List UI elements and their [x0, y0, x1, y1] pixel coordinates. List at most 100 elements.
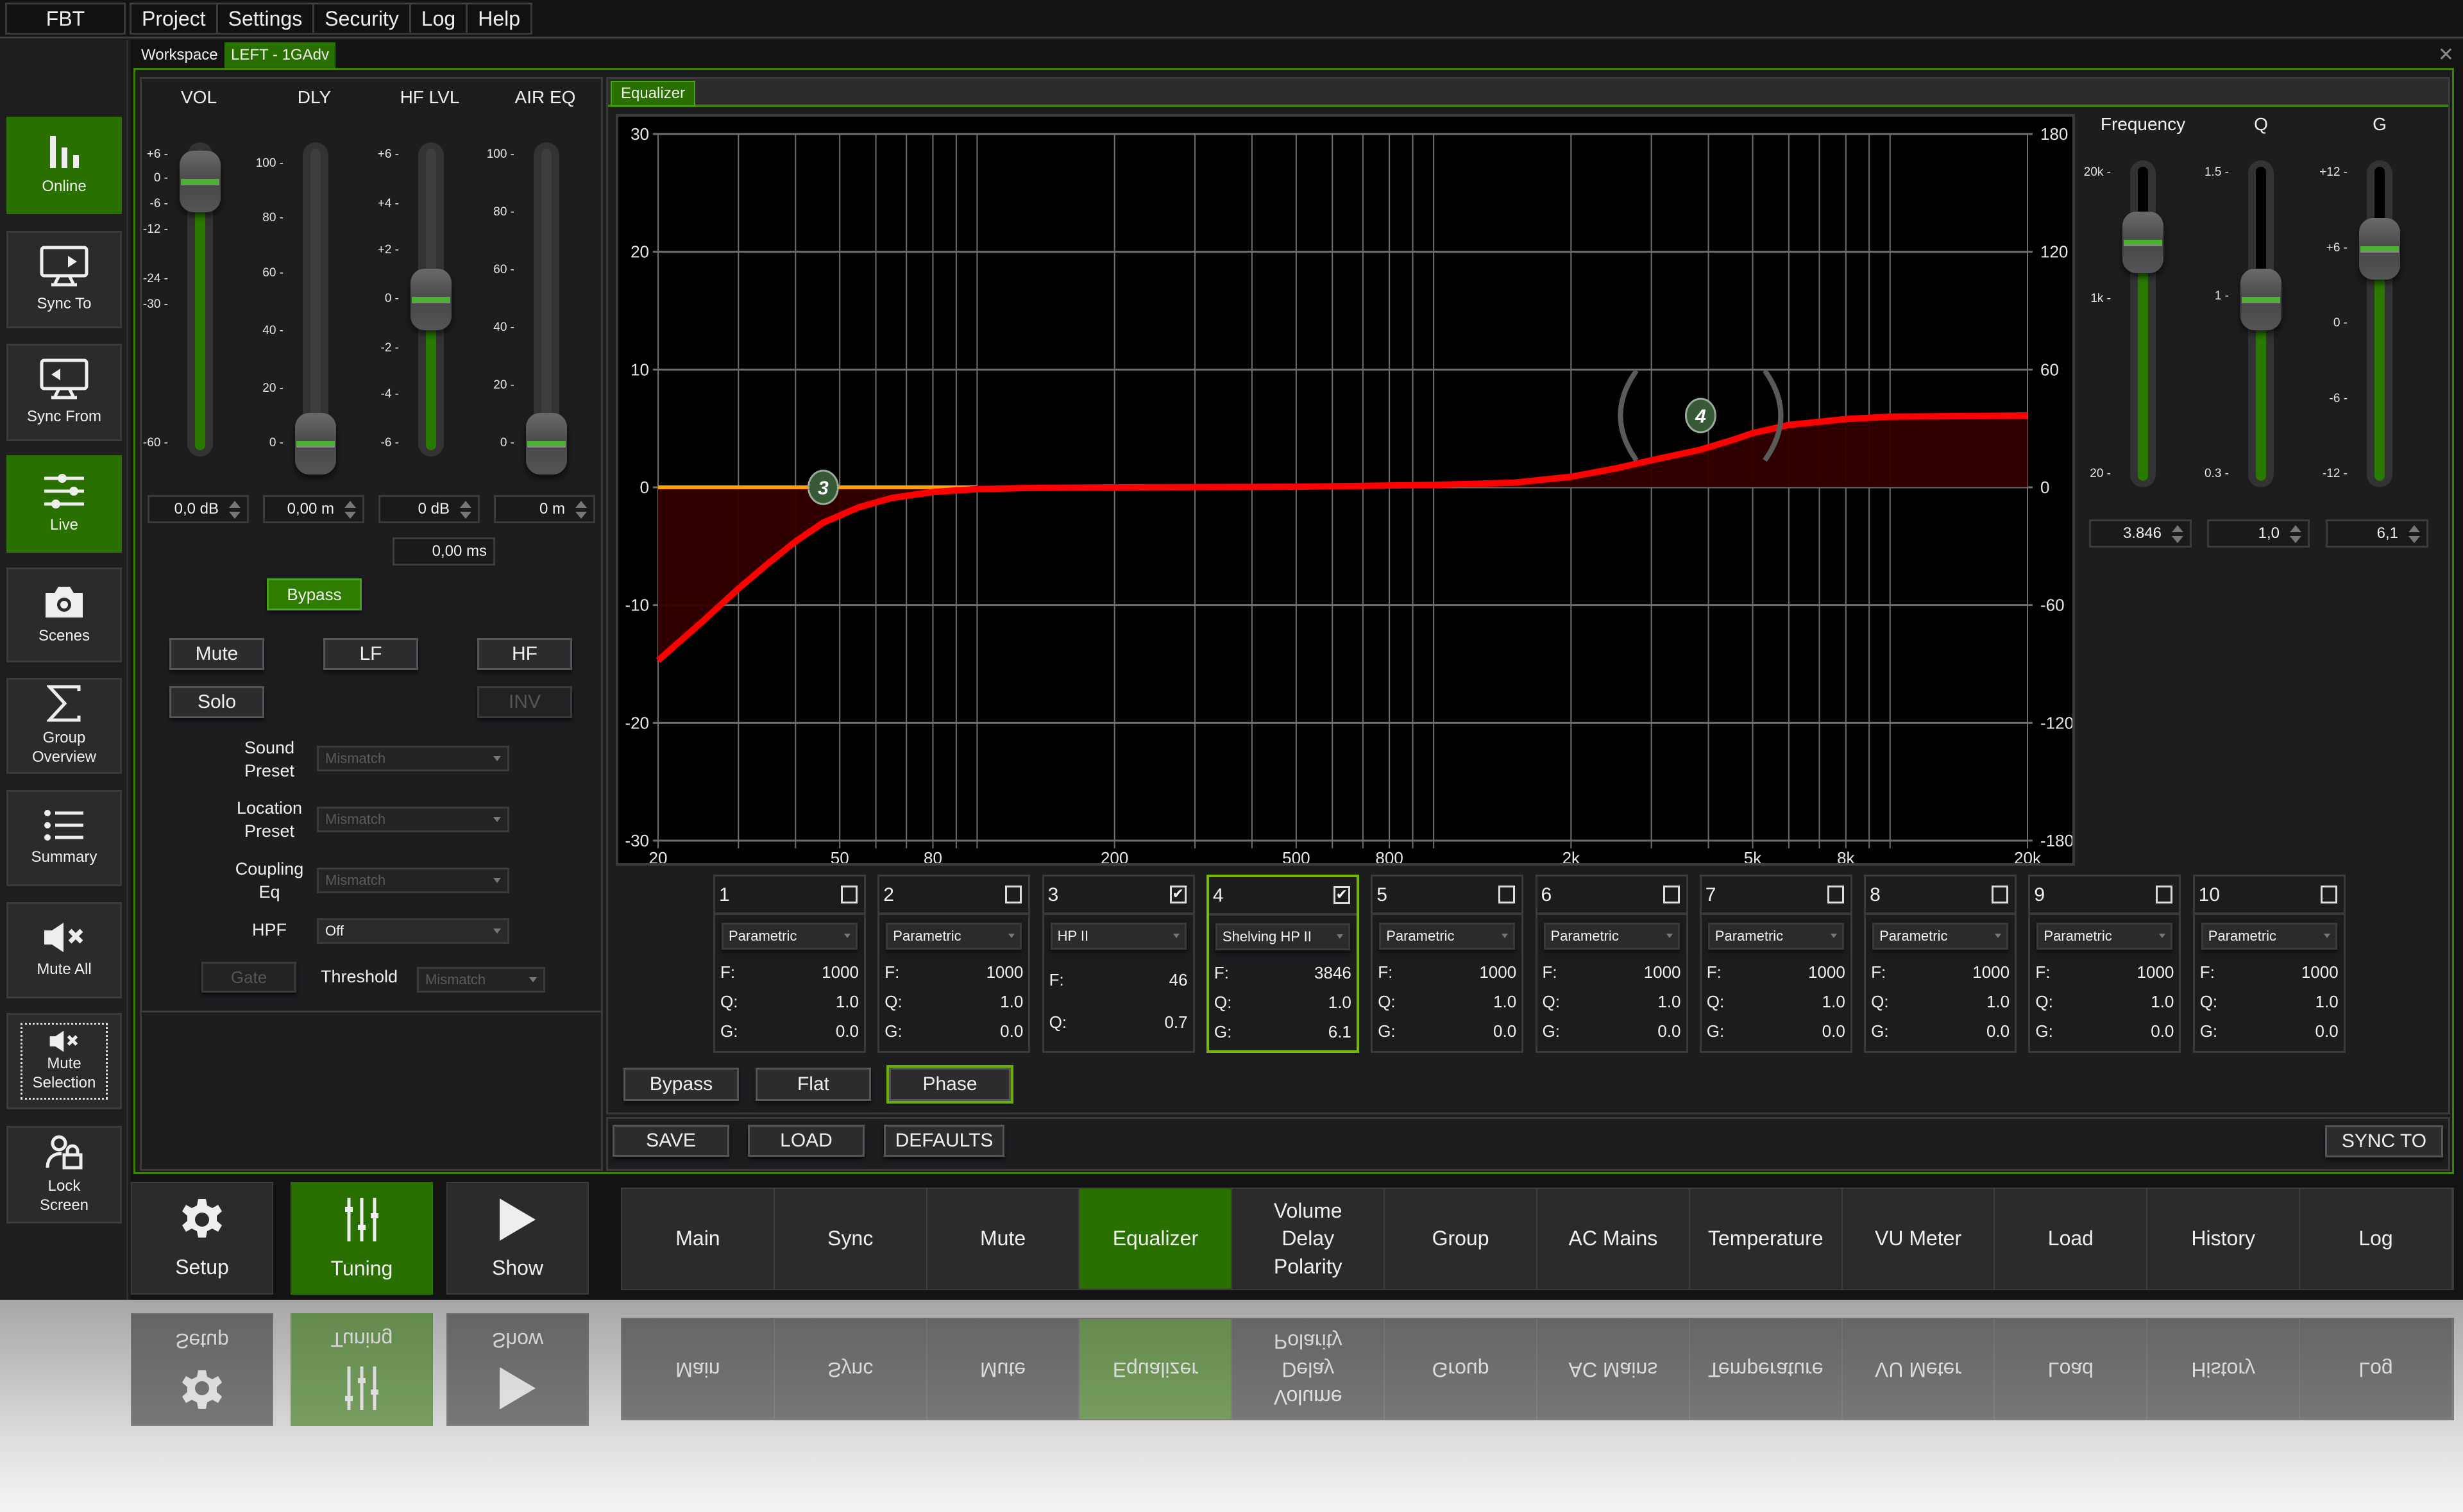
- sound-preset-select[interactable]: Mismatch: [317, 746, 509, 771]
- q-value[interactable]: 1.0: [1493, 992, 1516, 1012]
- g-value[interactable]: 6.1: [1328, 1022, 1351, 1042]
- nav-tab-main[interactable]: Main: [622, 1189, 775, 1289]
- param-slider-frequency[interactable]: [2130, 160, 2156, 487]
- band-type-select[interactable]: Parametric: [1707, 923, 1844, 950]
- menu-project[interactable]: Project: [131, 4, 218, 33]
- defaults-button[interactable]: DEFAULTS: [884, 1125, 1004, 1157]
- g-value[interactable]: 0.0: [1000, 1021, 1023, 1041]
- spin-arrows-icon[interactable]: [574, 500, 588, 520]
- band-type-select[interactable]: Shelving HP II: [1215, 923, 1350, 950]
- spin-arrows-icon[interactable]: [2407, 524, 2421, 544]
- delay-ms-field[interactable]: 0,00 ms: [393, 537, 495, 566]
- fader-knob[interactable]: [180, 150, 221, 212]
- sidebar-item-online[interactable]: Online: [6, 117, 122, 214]
- q-value[interactable]: 1.0: [2151, 992, 2174, 1012]
- sidebar-item-mute-selection[interactable]: Mute Selection: [6, 1013, 122, 1109]
- sync-to-button[interactable]: SYNC TO: [2325, 1125, 2443, 1157]
- g-value[interactable]: 0.0: [836, 1021, 859, 1041]
- fader-value-field[interactable]: 0,00 m: [263, 495, 364, 523]
- q-value[interactable]: 1.0: [1000, 992, 1023, 1012]
- f-value[interactable]: 1000: [986, 962, 1023, 982]
- nav-tab-volume-delay-polarity[interactable]: Volume Delay Polarity: [1232, 1189, 1385, 1289]
- band-enable-checkbox[interactable]: [1827, 886, 1844, 903]
- sidebar-item-scenes[interactable]: Scenes: [6, 567, 122, 662]
- location-preset-select[interactable]: Mismatch: [317, 807, 509, 832]
- band-type-select[interactable]: Parametric: [1872, 923, 2009, 950]
- coupling-eq-select[interactable]: Mismatch: [317, 868, 509, 893]
- nav-tab-sync[interactable]: Sync: [774, 1189, 927, 1289]
- band-card-4[interactable]: 4 ✔ Shelving HP II F: 3846 Q: 1.0 G: 6.1: [1206, 875, 1359, 1053]
- g-value[interactable]: 0.0: [1822, 1021, 1845, 1041]
- nav-tab-temperature[interactable]: Temperature: [1689, 1189, 1843, 1289]
- fader-knob[interactable]: [526, 413, 567, 475]
- band-card-8[interactable]: 8 Parametric F: 1000 Q: 1.0 G: 0.0: [1864, 875, 2017, 1053]
- mode-tuning[interactable]: Tuning: [291, 1182, 433, 1295]
- band-enable-checkbox[interactable]: [1663, 886, 1680, 903]
- band-type-select[interactable]: Parametric: [2201, 923, 2337, 950]
- f-value[interactable]: 3846: [1314, 963, 1351, 983]
- threshold-select[interactable]: Mismatch: [417, 967, 545, 993]
- param-slider-g[interactable]: [2367, 160, 2392, 487]
- menu-security[interactable]: Security: [314, 4, 411, 33]
- param-value-field[interactable]: 3.846: [2089, 519, 2192, 548]
- band-card-1[interactable]: 1 Parametric F: 1000 Q: 1.0 G: 0.0: [713, 875, 866, 1053]
- fader-value-field[interactable]: 0,0 dB: [148, 495, 249, 523]
- fader-value-field[interactable]: 0 m: [494, 495, 595, 523]
- tab-workspace[interactable]: Workspace: [135, 42, 224, 68]
- param-value-field[interactable]: 1,0: [2207, 519, 2310, 548]
- band-enable-checkbox[interactable]: [1992, 886, 2009, 903]
- g-value[interactable]: 0.0: [2315, 1021, 2339, 1041]
- eq-flat-button[interactable]: Flat: [756, 1068, 871, 1101]
- band-card-5[interactable]: 5 Parametric F: 1000 Q: 1.0 G: 0.0: [1371, 875, 1524, 1053]
- sidebar-item-summary[interactable]: Summary: [6, 790, 122, 886]
- f-value[interactable]: 1000: [1644, 962, 1681, 982]
- nav-tab-history[interactable]: History: [2147, 1189, 2301, 1289]
- band-type-select[interactable]: Parametric: [886, 923, 1022, 950]
- fader-track-dly[interactable]: [303, 142, 328, 457]
- param-value-field[interactable]: 6,1: [2326, 519, 2428, 548]
- nav-tab-group[interactable]: Group: [1385, 1189, 1537, 1289]
- fader-value-field[interactable]: 0 dB: [378, 495, 480, 523]
- band-card-9[interactable]: 9 Parametric F: 1000 Q: 1.0 G: 0.0: [2028, 875, 2181, 1053]
- band-card-7[interactable]: 7 Parametric F: 1000 Q: 1.0 G: 0.0: [1699, 875, 1852, 1053]
- f-value[interactable]: 1000: [1479, 962, 1516, 982]
- f-value[interactable]: 1000: [1972, 962, 2010, 982]
- gate-button[interactable]: Gate: [201, 962, 296, 993]
- tab-left-1gadv[interactable]: LEFT - 1GAdv: [224, 42, 335, 68]
- fader-knob[interactable]: [295, 413, 336, 475]
- q-value[interactable]: 1.0: [1986, 992, 2010, 1012]
- band-type-select[interactable]: Parametric: [722, 923, 858, 950]
- band-type-select[interactable]: Parametric: [1379, 923, 1516, 950]
- band-card-10[interactable]: 10 Parametric F: 1000 Q: 1.0 G: 0.0: [2192, 875, 2346, 1053]
- solo-button[interactable]: Solo: [169, 686, 264, 718]
- nav-tab-load[interactable]: Load: [1995, 1189, 2148, 1289]
- eq-bypass-button[interactable]: Bypass: [623, 1068, 739, 1101]
- hf-button[interactable]: HF: [477, 638, 572, 670]
- band-card-6[interactable]: 6 Parametric F: 1000 Q: 1.0 G: 0.0: [1535, 875, 1688, 1053]
- eq-chart[interactable]: 30 20 10 0 -10 -20 -30 180 120 60 0 -60 -120 -180 20 50…: [618, 117, 2072, 863]
- band-card-3[interactable]: 3 ✔ HP II F: 46 Q: 0.7: [1042, 875, 1195, 1053]
- mode-setup[interactable]: Setup: [131, 1182, 273, 1295]
- eq-phase-button[interactable]: Phase: [886, 1065, 1013, 1104]
- g-value[interactable]: 0.0: [1986, 1021, 2010, 1041]
- hpf-select[interactable]: Off: [317, 918, 509, 944]
- g-value[interactable]: 0.0: [2151, 1021, 2174, 1041]
- nav-tab-log[interactable]: Log: [2300, 1189, 2453, 1289]
- bypass-toggle[interactable]: Bypass: [267, 578, 362, 610]
- fader-track-air-eq[interactable]: [534, 142, 559, 457]
- f-value[interactable]: 1000: [2301, 962, 2339, 982]
- nav-tab-mute[interactable]: Mute: [927, 1189, 1080, 1289]
- eq-graph[interactable]: 30 20 10 0 -10 -20 -30 180 120 60 0 -60 -120 -180 20 50…: [616, 114, 2075, 866]
- band-type-select[interactable]: Parametric: [1543, 923, 1680, 950]
- g-value[interactable]: 0.0: [1657, 1021, 1680, 1041]
- menu-log[interactable]: Log: [411, 4, 468, 33]
- slider-knob[interactable]: [2240, 269, 2281, 331]
- menu-help[interactable]: Help: [468, 4, 530, 33]
- menu-settings[interactable]: Settings: [218, 4, 315, 33]
- tab-equalizer[interactable]: Equalizer: [611, 81, 696, 106]
- mode-show[interactable]: Show: [446, 1182, 589, 1295]
- spin-arrows-icon[interactable]: [2171, 524, 2185, 544]
- q-value[interactable]: 1.0: [1657, 992, 1680, 1012]
- close-icon[interactable]: ✕: [2438, 44, 2454, 66]
- g-value[interactable]: 0.0: [1493, 1021, 1516, 1041]
